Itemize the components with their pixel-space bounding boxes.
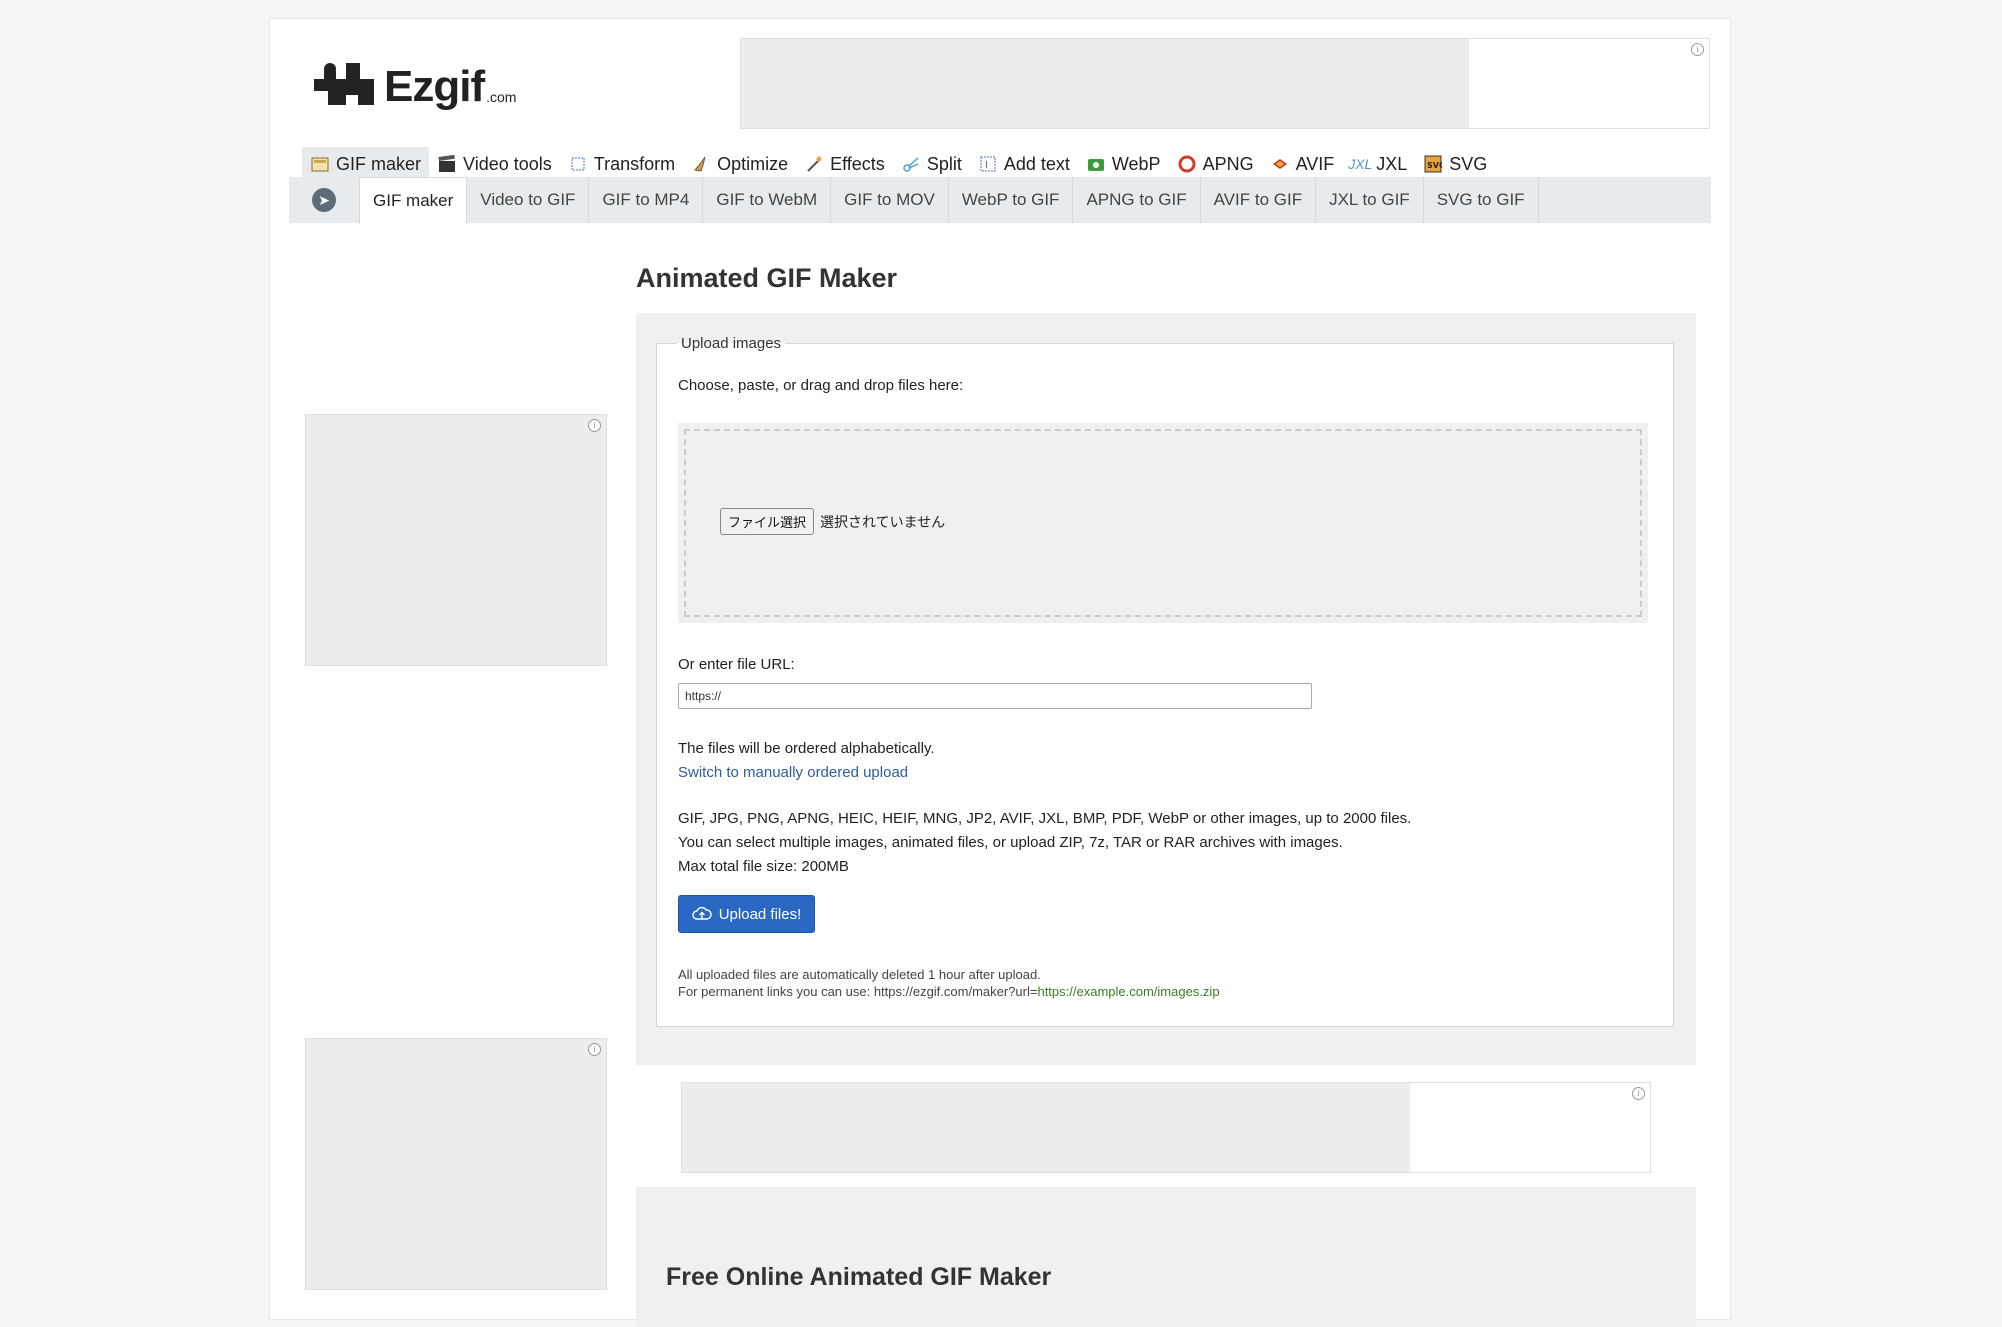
upload-fieldset: Upload images Choose, paste, or drag and… xyxy=(656,335,1674,1027)
file-status-text: 選択されていません xyxy=(820,514,946,530)
main-menu-label: Video tools xyxy=(463,153,552,174)
file-dropzone[interactable]: ファイル選択 選択されていません xyxy=(678,423,1648,623)
page-container: Ezgif .com i GIF maker Video tools Trans… xyxy=(269,18,1731,1327)
compass-icon: ➤ xyxy=(312,188,336,212)
puzzle-logo-icon xyxy=(314,63,374,105)
formats-line-1: GIF, JPG, PNG, APNG, HEIC, HEIF, MNG, JP… xyxy=(678,810,1412,827)
tab-jxl-to-gif[interactable]: JXL to GIF xyxy=(1316,177,1424,223)
left-ad-2[interactable]: i xyxy=(305,1038,607,1290)
magic-wand-icon xyxy=(804,154,824,174)
ad-info-icon[interactable]: i xyxy=(588,1043,601,1056)
main-menu-label: GIF maker xyxy=(336,153,422,174)
ad-white-area xyxy=(1469,39,1709,128)
main-menu-item-optimize[interactable]: Optimize xyxy=(683,147,796,181)
main-menu-item-apng[interactable]: APNG xyxy=(1169,147,1262,181)
upload-legend: Upload images xyxy=(681,335,782,352)
svg-text:SVG: SVG xyxy=(1427,161,1442,170)
main-menu-label: Split xyxy=(926,153,962,174)
main-menu-item-gif-maker[interactable]: GIF maker xyxy=(302,147,430,181)
logo-text: Ezgif xyxy=(384,62,485,111)
file-url-input[interactable] xyxy=(678,683,1312,709)
ad-info-icon[interactable]: i xyxy=(1691,43,1704,56)
choose-files-text: Choose, paste, or drag and drop files he… xyxy=(678,377,964,394)
text-frame-icon: I xyxy=(978,154,998,174)
formats-line-2: You can select multiple images, animated… xyxy=(678,834,1343,851)
clapperboard-icon xyxy=(437,154,457,174)
logo-suffix: .com xyxy=(486,89,517,105)
svg-icon: SVG xyxy=(1423,154,1443,174)
main-menu-label: WebP xyxy=(1111,153,1161,174)
gif-maker-icon xyxy=(310,154,330,174)
scissors-icon xyxy=(901,154,921,174)
avif-icon xyxy=(1270,154,1290,174)
main-menu-item-add-text[interactable]: I Add text xyxy=(970,147,1078,181)
bottom-ad-banner[interactable]: i xyxy=(681,1082,1651,1173)
apng-icon xyxy=(1177,154,1197,174)
main-menu-label: Effects xyxy=(830,153,885,174)
choose-file-button[interactable]: ファイル選択 xyxy=(720,508,815,535)
main-menu-item-transform[interactable]: Transform xyxy=(560,147,683,181)
upload-files-button[interactable]: Upload files! xyxy=(678,895,815,933)
jxl-icon: JXL xyxy=(1348,156,1373,172)
submenu-home[interactable]: ➤ xyxy=(289,177,359,223)
max-size-text: Max total file size: 200MB xyxy=(678,858,849,875)
tab-gif-to-mp4[interactable]: GIF to MP4 xyxy=(589,177,704,223)
permanent-link-prefix: For permanent links you can use: https:/… xyxy=(678,984,1038,999)
main-menu-item-webp[interactable]: WebP xyxy=(1078,147,1169,181)
crop-icon xyxy=(568,154,588,174)
main-menu-label: SVG xyxy=(1449,153,1488,174)
tab-svg-to-gif[interactable]: SVG to GIF xyxy=(1424,177,1539,223)
upload-panel: Upload images Choose, paste, or drag and… xyxy=(636,313,1696,1065)
main-menu-label: Add text xyxy=(1003,153,1070,174)
info-panel: Free Online Animated GIF Maker xyxy=(636,1187,1696,1327)
cloud-upload-icon xyxy=(692,906,712,920)
upload-button-label: Upload files! xyxy=(718,905,802,923)
tab-gif-to-mov[interactable]: GIF to MOV xyxy=(831,177,949,223)
tab-webp-to-gif[interactable]: WebP to GIF xyxy=(949,177,1074,223)
switch-manual-order-link[interactable]: Switch to manually ordered upload xyxy=(678,764,908,781)
main-menu-label: Optimize xyxy=(717,153,789,174)
ad-white-area xyxy=(1410,1083,1650,1172)
ezgif-logo[interactable]: Ezgif .com xyxy=(310,57,516,109)
main-menu-item-split[interactable]: Split xyxy=(893,147,970,181)
main-menu-label: APNG xyxy=(1202,153,1254,174)
ad-info-icon[interactable]: i xyxy=(588,419,601,432)
auto-delete-note: All uploaded files are automatically del… xyxy=(678,967,1041,982)
main-menu: GIF maker Video tools Transform Optimize… xyxy=(302,147,1495,181)
permanent-link-note: For permanent links you can use: https:/… xyxy=(678,984,1220,999)
broom-icon xyxy=(691,154,711,174)
tab-video-to-gif[interactable]: Video to GIF xyxy=(467,177,590,223)
main-menu-item-jxl[interactable]: JXL JXL xyxy=(1342,147,1415,181)
left-ad-1[interactable]: i xyxy=(305,414,607,666)
main-menu-item-svg[interactable]: SVG SVG xyxy=(1415,147,1495,181)
main-menu-item-video-tools[interactable]: Video tools xyxy=(429,147,560,181)
main-menu-label: AVIF xyxy=(1295,153,1335,174)
ad-info-icon[interactable]: i xyxy=(1632,1087,1645,1100)
main-menu-item-effects[interactable]: Effects xyxy=(796,147,893,181)
tab-avif-to-gif[interactable]: AVIF to GIF xyxy=(1201,177,1317,223)
tab-gif-maker[interactable]: GIF maker xyxy=(359,177,468,224)
webp-icon xyxy=(1086,154,1106,174)
main-menu-item-avif[interactable]: AVIF xyxy=(1262,147,1343,181)
section-title: Free Online Animated GIF Maker xyxy=(666,1263,1052,1291)
page-title: Animated GIF Maker xyxy=(636,263,898,293)
url-label: Or enter file URL: xyxy=(678,656,795,673)
tab-apng-to-gif[interactable]: APNG to GIF xyxy=(1073,177,1201,223)
example-link[interactable]: https://example.com/images.zip xyxy=(1037,984,1219,999)
main-menu-label: JXL xyxy=(1376,153,1408,174)
top-ad-banner[interactable]: i xyxy=(740,38,1710,129)
sub-menu: ➤ GIF maker Video to GIF GIF to MP4 GIF … xyxy=(289,177,1711,224)
svg-text:I: I xyxy=(985,160,988,171)
order-text: The files will be ordered alphabetically… xyxy=(678,740,935,757)
tab-gif-to-webm[interactable]: GIF to WebM xyxy=(703,177,832,223)
main-menu-label: Transform xyxy=(593,153,676,174)
